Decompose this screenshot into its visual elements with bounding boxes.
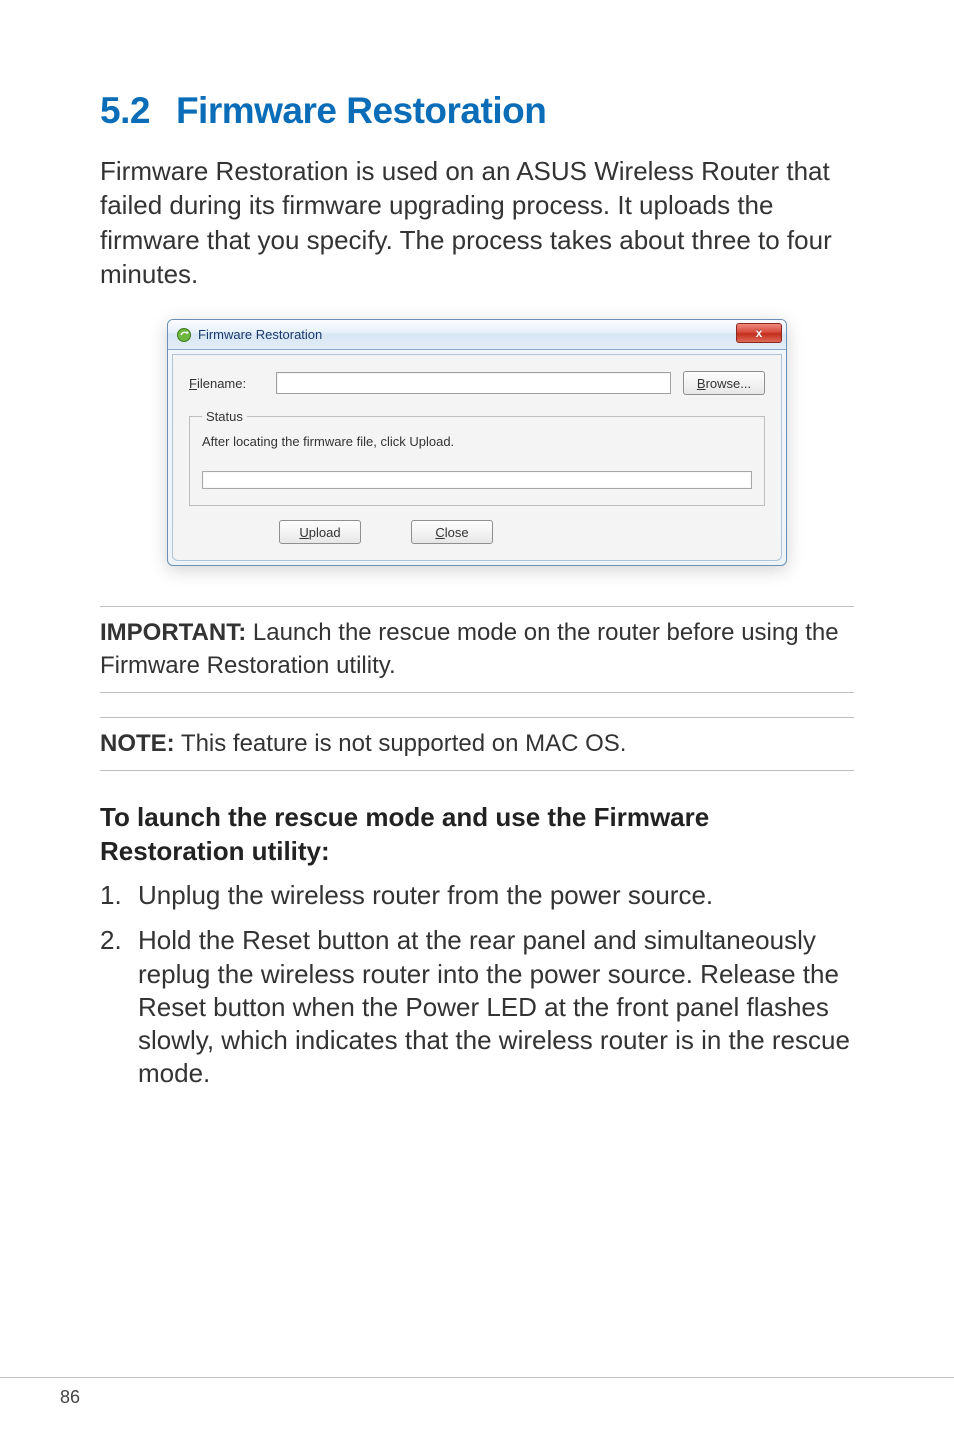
upload-button[interactable]: Upload: [279, 520, 361, 544]
titlebar: Firmware Restoration x: [168, 320, 786, 350]
note-callout: NOTE: This feature is not supported on M…: [100, 717, 854, 771]
dialog-button-row: Upload Close: [189, 520, 765, 544]
app-icon: [176, 327, 192, 343]
footer-divider: [0, 1377, 954, 1378]
section-title: Firmware Restoration: [176, 90, 546, 131]
filename-input[interactable]: [276, 372, 671, 394]
step-item: Hold the Reset button at the rear panel …: [100, 924, 854, 1090]
step-item: Unplug the wireless router from the powe…: [100, 879, 854, 912]
note-label: NOTE:: [100, 730, 175, 757]
dialog-close-button[interactable]: x: [736, 323, 782, 343]
browse-button[interactable]: Browse...: [683, 371, 765, 395]
steps-heading: To launch the rescue mode and use the Fi…: [100, 801, 854, 869]
close-icon: x: [756, 326, 763, 340]
important-label: IMPORTANT:: [100, 619, 246, 646]
filename-row: Filename: Browse...: [189, 371, 765, 395]
close-button[interactable]: Close: [411, 520, 493, 544]
status-text: After locating the firmware file, click …: [202, 434, 752, 449]
note-text: This feature is not supported on MAC OS.: [175, 730, 627, 757]
progress-bar: [202, 471, 752, 489]
page-number: 86: [60, 1387, 80, 1408]
status-group: Status After locating the firmware file,…: [189, 409, 765, 506]
dialog-title: Firmware Restoration: [198, 327, 322, 342]
filename-label: Filename:: [189, 376, 264, 391]
status-legend: Status: [202, 409, 247, 424]
dialog-screenshot: Firmware Restoration x Filename: Browse.…: [100, 319, 854, 566]
section-heading: 5.2 Firmware Restoration: [100, 90, 854, 132]
firmware-restoration-dialog: Firmware Restoration x Filename: Browse.…: [167, 319, 787, 566]
important-callout: IMPORTANT: Launch the rescue mode on the…: [100, 606, 854, 693]
section-number: 5.2: [100, 90, 150, 132]
intro-paragraph: Firmware Restoration is used on an ASUS …: [100, 154, 854, 291]
dialog-body: Filename: Browse... Status After locatin…: [172, 354, 782, 561]
steps-list: Unplug the wireless router from the powe…: [100, 879, 854, 1091]
